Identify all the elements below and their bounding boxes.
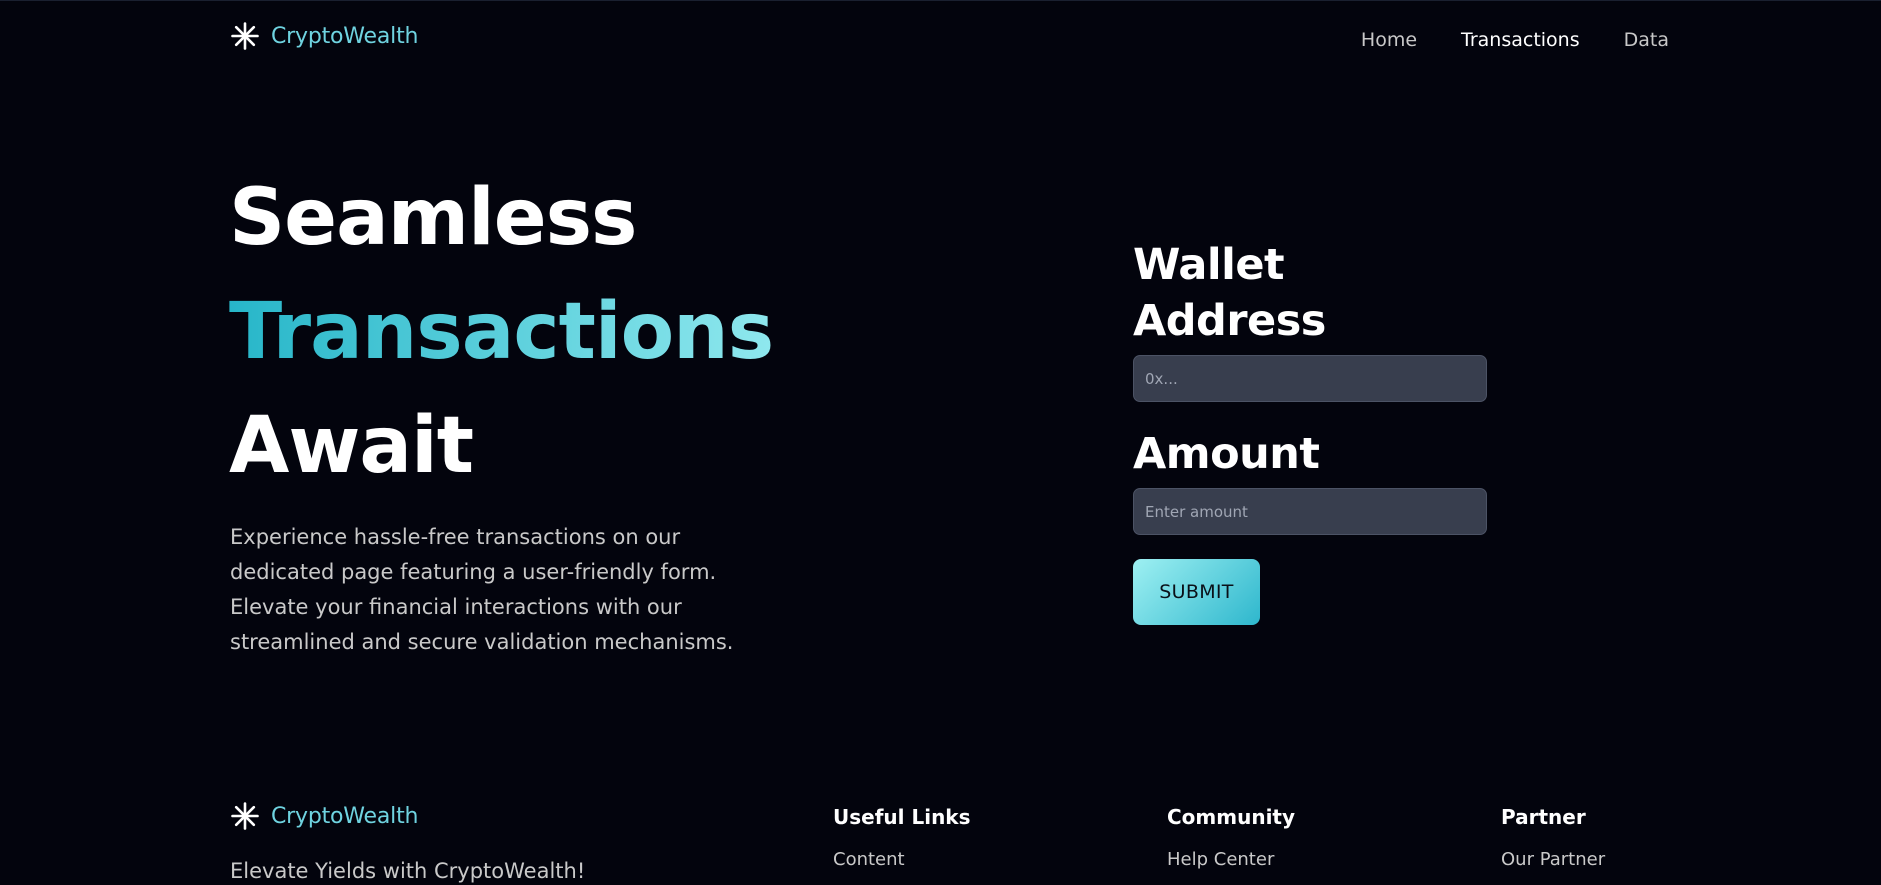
asterisk-icon xyxy=(231,22,259,50)
wallet-address-input[interactable] xyxy=(1133,355,1487,402)
submit-button[interactable]: SUBMIT xyxy=(1133,559,1260,625)
footer-link-help-center[interactable]: Help Center xyxy=(1167,849,1295,870)
amount-label: Amount xyxy=(1133,429,1320,479)
footer-column-partner: Partner Our Partner xyxy=(1501,804,1605,870)
hero-title: Seamless Transactions Await xyxy=(229,161,774,503)
brand-name: CryptoWealth xyxy=(271,23,419,49)
hero-description: Experience hassle-free transactions on o… xyxy=(230,525,734,654)
footer-brand[interactable]: CryptoWealth xyxy=(231,802,418,830)
header-brand[interactable]: CryptoWealth xyxy=(231,22,418,50)
hero-title-line-3: Await xyxy=(229,401,474,491)
nav-home[interactable]: Home xyxy=(1361,29,1417,51)
amount-input[interactable] xyxy=(1133,488,1487,535)
transaction-form: Wallet Address Amount SUBMIT xyxy=(1133,237,1487,625)
footer-column-title: Community xyxy=(1167,805,1296,829)
footer-link-our-partner[interactable]: Our Partner xyxy=(1501,849,1605,870)
footer-column-title: Partner xyxy=(1501,805,1586,829)
main-nav: Home Transactions Data xyxy=(1361,29,1669,51)
footer-column-community: Community Help Center xyxy=(1167,804,1295,870)
footer-link-content[interactable]: Content xyxy=(833,849,971,870)
nav-transactions[interactable]: Transactions xyxy=(1461,29,1580,51)
wallet-address-label: Wallet Address xyxy=(1133,240,1326,346)
footer-tagline: Elevate Yields with CryptoWealth! xyxy=(230,859,586,883)
hero-title-line-2: Transactions xyxy=(229,275,774,389)
footer-column-title: Useful Links xyxy=(833,805,971,829)
hero-title-line-1: Seamless xyxy=(229,173,637,263)
page: CryptoWealth Home Transactions Data Seam… xyxy=(0,0,1881,885)
footer-brand-name: CryptoWealth xyxy=(271,803,419,829)
asterisk-icon xyxy=(231,802,259,830)
footer-column-useful-links: Useful Links Content xyxy=(833,804,971,870)
nav-data[interactable]: Data xyxy=(1624,29,1669,51)
